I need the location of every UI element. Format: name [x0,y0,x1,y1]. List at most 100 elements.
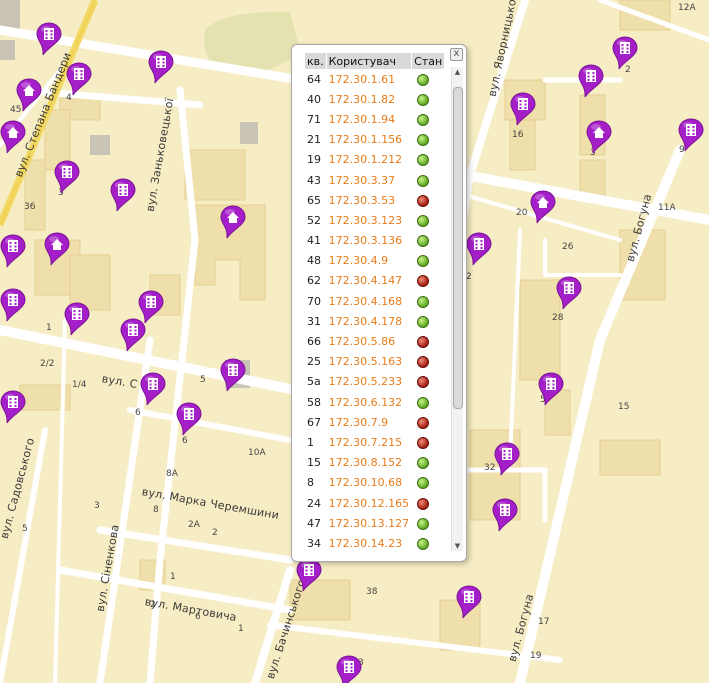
cell-user-ip[interactable]: 172.30.4.168 [327,291,411,311]
table-row[interactable]: 24 172.30.12.165 [305,493,444,513]
house-number: 2 [212,528,218,538]
house-marker[interactable] [44,232,70,266]
house-number: 5 [200,375,206,385]
cell-user-ip[interactable]: 172.30.12.165 [327,493,411,513]
house-number: 8А [166,469,178,479]
cell-kv: 40 [307,92,321,106]
building-marker[interactable] [66,62,92,96]
building-marker[interactable] [110,178,136,212]
popup-scrollbar[interactable]: ▲ ▼ [451,67,463,551]
cell-user-ip[interactable]: 172.30.1.212 [327,150,411,170]
cell-user-ip[interactable]: 172.30.5.233 [327,372,411,392]
table-row[interactable]: 67 172.30.7.9 [305,412,444,432]
cell-user-ip[interactable]: 172.30.4.9 [327,251,411,271]
building-marker[interactable] [36,22,62,56]
close-icon[interactable]: x [450,48,463,61]
house-number: 2А [188,520,200,530]
house-marker[interactable] [220,205,246,239]
table-row[interactable]: 65 172.30.3.53 [305,190,444,210]
table-row[interactable]: 15 172.30.8.152 [305,453,444,473]
status-red-icon [417,497,430,510]
table-row[interactable]: 34 172.30.14.23 [305,533,444,550]
building-marker[interactable] [54,160,80,194]
cell-user-ip[interactable]: 172.30.4.147 [327,271,411,291]
building-marker[interactable] [538,372,564,406]
cell-user-ip[interactable]: 172.30.3.37 [327,170,411,190]
building-marker[interactable] [492,498,518,532]
cell-user-ip[interactable]: 172.30.4.178 [327,311,411,331]
table-row[interactable]: 58 172.30.6.132 [305,392,444,412]
cell-user-ip[interactable]: 172.30.5.163 [327,352,411,372]
apartment-building-icon [220,358,246,392]
building-marker[interactable] [0,234,26,268]
table-row[interactable]: 64 172.30.1.61 [305,69,444,89]
table-row[interactable]: 31 172.30.4.178 [305,311,444,331]
cell-user-ip[interactable]: 172.30.1.82 [327,89,411,109]
map-canvas[interactable]: вул. Степана Бандери вул. Заньковецької … [0,0,709,683]
house-marker[interactable] [0,120,26,154]
building-marker[interactable] [148,50,174,84]
table-row[interactable]: 25 172.30.5.163 [305,352,444,372]
cell-status [412,392,444,412]
cell-user-ip[interactable]: 172.30.3.53 [327,190,411,210]
cell-user-ip[interactable]: 172.30.7.9 [327,412,411,432]
table-row[interactable]: 19 172.30.1.212 [305,150,444,170]
building-marker[interactable] [336,655,362,683]
building-marker[interactable] [612,36,638,70]
building-marker[interactable] [494,442,520,476]
building-marker[interactable] [140,372,166,406]
table-row[interactable]: 40 172.30.1.82 [305,89,444,109]
cell-user-ip[interactable]: 172.30.1.61 [327,69,411,89]
house-marker[interactable] [16,78,42,112]
building-marker[interactable] [466,232,492,266]
building-marker[interactable] [556,276,582,310]
house-marker[interactable] [530,190,556,224]
building-marker[interactable] [64,302,90,336]
building-marker[interactable] [120,318,146,352]
building-marker[interactable] [678,118,704,152]
table-row[interactable]: 8 172.30.10.68 [305,473,444,493]
status-green-icon [417,174,430,187]
table-row[interactable]: 1 172.30.7.215 [305,432,444,452]
scroll-up-icon[interactable]: ▲ [452,67,463,77]
cell-user-ip[interactable]: 172.30.6.132 [327,392,411,412]
table-row[interactable]: 70 172.30.4.168 [305,291,444,311]
table-row[interactable]: 66 172.30.5.86 [305,331,444,351]
building-marker[interactable] [578,64,604,98]
table-row[interactable]: 21 172.30.1.156 [305,130,444,150]
info-popup[interactable]: x кв. Користувач Стан 64 172.30.1.61 40 172… [291,44,467,583]
building-marker[interactable] [176,402,202,436]
table-row[interactable]: 41 172.30.3.136 [305,231,444,251]
building-marker[interactable] [220,358,246,392]
scroll-thumb[interactable] [453,87,463,409]
cell-user-ip[interactable]: 172.30.1.156 [327,130,411,150]
table-row[interactable]: 52 172.30.3.123 [305,210,444,230]
building-marker[interactable] [456,585,482,619]
table-row[interactable]: 62 172.30.4.147 [305,271,444,291]
house-marker[interactable] [586,120,612,154]
house-number: 6 [135,408,141,418]
cell-user-ip[interactable]: 172.30.13.127 [327,513,411,533]
house-number: 16 [512,130,524,140]
cell-user-ip[interactable]: 172.30.14.23 [327,533,411,550]
cell-user-ip[interactable]: 172.30.3.123 [327,210,411,230]
scroll-down-icon[interactable]: ▼ [452,541,463,551]
table-row[interactable]: 43 172.30.3.37 [305,170,444,190]
building-marker[interactable] [510,92,536,126]
table-row[interactable]: 5а 172.30.5.233 [305,372,444,392]
table-row[interactable]: 47 172.30.13.127 [305,513,444,533]
cell-status [412,533,444,550]
cell-user-ip[interactable]: 172.30.7.215 [327,432,411,452]
cell-user-ip[interactable]: 172.30.3.136 [327,231,411,251]
table-row[interactable]: 71 172.30.1.94 [305,109,444,129]
building-marker[interactable] [296,558,322,592]
building-marker[interactable] [0,288,26,322]
apartment-building-icon [0,390,26,424]
table-row[interactable]: 48 172.30.4.9 [305,251,444,271]
cell-user-ip[interactable]: 172.30.8.152 [327,453,411,473]
house-number: 5 [22,524,28,534]
cell-user-ip[interactable]: 172.30.1.94 [327,109,411,129]
cell-user-ip[interactable]: 172.30.5.86 [327,331,411,351]
cell-user-ip[interactable]: 172.30.10.68 [327,473,411,493]
building-marker[interactable] [0,390,26,424]
